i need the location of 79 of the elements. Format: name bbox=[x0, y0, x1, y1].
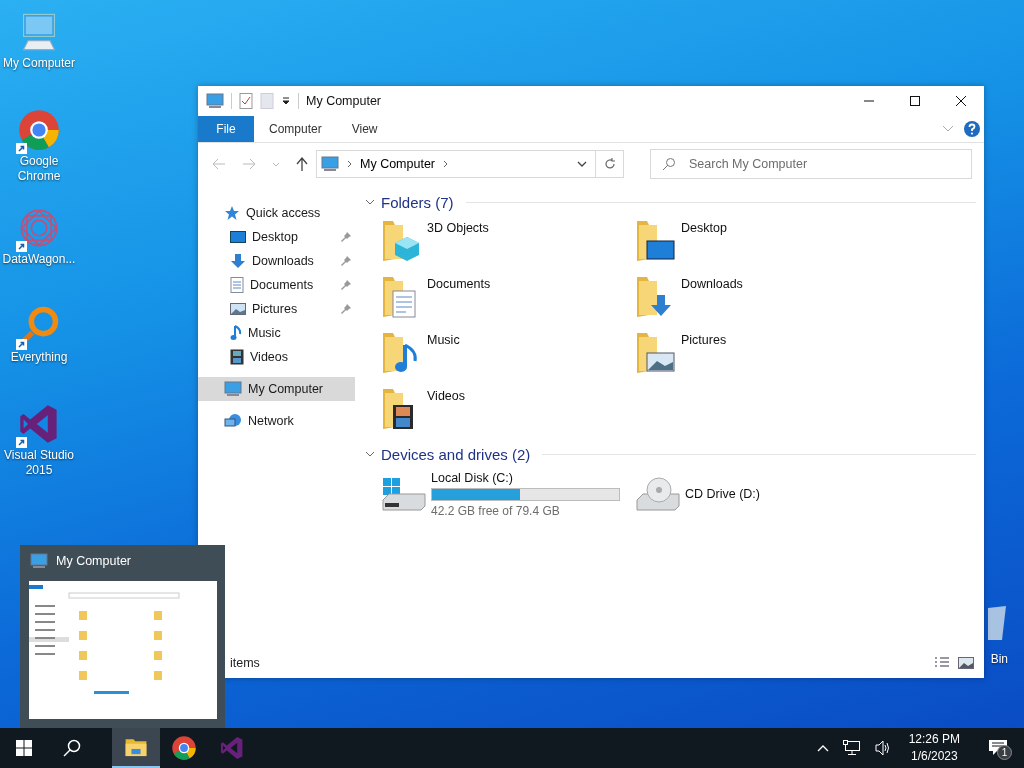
chrome-icon bbox=[17, 108, 61, 152]
ribbon-tab[interactable]: File bbox=[198, 116, 254, 142]
folder-label[interactable]: Desktop bbox=[681, 221, 727, 235]
address-path[interactable]: My Computer bbox=[360, 157, 436, 171]
status-text: items bbox=[230, 656, 260, 670]
windows-logo-icon bbox=[16, 740, 32, 756]
computer-icon bbox=[206, 93, 224, 109]
drive-label[interactable]: CD Drive (D:) bbox=[685, 487, 760, 501]
taskbar-app-button[interactable] bbox=[112, 728, 160, 768]
notification-count: 1 bbox=[997, 745, 1012, 760]
folder-label[interactable]: 3D Objects bbox=[427, 221, 489, 235]
nav-item[interactable]: Quick access bbox=[198, 201, 355, 225]
chrome-icon bbox=[171, 735, 197, 761]
clock-time[interactable]: 12:26 PM bbox=[908, 731, 960, 748]
address-bar[interactable]: My Computer bbox=[316, 150, 624, 178]
star-icon bbox=[224, 205, 240, 221]
desktop-icon-label[interactable]: Bin bbox=[990, 652, 1008, 666]
large-icons-view-icon[interactable] bbox=[958, 657, 974, 669]
ribbon-tab[interactable]: Computer bbox=[254, 116, 337, 142]
computer-icon bbox=[30, 553, 48, 569]
desktop-icon-label[interactable]: Visual Studio 2015 bbox=[1, 448, 77, 478]
picture-icon bbox=[230, 302, 246, 316]
nav-item[interactable]: Music bbox=[198, 321, 355, 345]
nav-item[interactable]: My Computer bbox=[198, 377, 355, 401]
pin-icon bbox=[341, 232, 351, 242]
details-view-icon[interactable] bbox=[934, 657, 950, 669]
drive-label[interactable]: Local Disk (C:) bbox=[431, 470, 620, 485]
dropdown-icon[interactable] bbox=[281, 96, 291, 106]
dropdown-chevron-icon[interactable] bbox=[577, 161, 587, 167]
network-icon[interactable] bbox=[842, 740, 861, 756]
network-icon bbox=[224, 413, 242, 429]
help-icon[interactable] bbox=[964, 121, 980, 137]
nav-item[interactable]: Pictures bbox=[198, 297, 355, 321]
pin-icon bbox=[341, 256, 351, 266]
ribbon-tab[interactable]: View bbox=[336, 116, 393, 142]
search-icon bbox=[662, 157, 676, 171]
computer-icon bbox=[321, 156, 339, 172]
desktop-icon bbox=[230, 230, 246, 244]
recycle-bin-icon bbox=[988, 606, 1008, 640]
caret-up-icon[interactable] bbox=[816, 744, 829, 752]
collapse-chevron-icon[interactable] bbox=[365, 198, 375, 206]
search-icon bbox=[63, 739, 81, 757]
cd-drive-icon bbox=[635, 476, 681, 512]
refresh-icon bbox=[603, 158, 616, 170]
chevron-icon bbox=[443, 160, 449, 168]
properties-icon[interactable] bbox=[239, 93, 253, 109]
folder-label[interactable]: Documents bbox=[427, 277, 491, 291]
nav-item[interactable]: Network bbox=[198, 409, 355, 433]
free-space-text: 42.2 GB free of 79.4 GB bbox=[431, 503, 561, 518]
up-arrow-icon[interactable] bbox=[296, 157, 308, 171]
folder-label[interactable]: Downloads bbox=[681, 277, 743, 291]
search-field[interactable]: Search My Computer bbox=[650, 149, 972, 179]
nav-item[interactable]: Downloads bbox=[198, 249, 355, 273]
close-icon bbox=[956, 96, 966, 106]
window-title: My Computer bbox=[306, 94, 382, 108]
film-icon bbox=[230, 349, 244, 365]
folder-label[interactable]: Videos bbox=[427, 389, 465, 403]
clock-date[interactable]: 1/6/2023 bbox=[910, 748, 958, 765]
folder-label[interactable]: Pictures bbox=[681, 333, 727, 347]
document-icon bbox=[230, 277, 244, 293]
nav-item[interactable]: Desktop bbox=[198, 225, 355, 249]
collapse-chevron-icon[interactable] bbox=[365, 450, 375, 458]
pin-icon bbox=[341, 280, 351, 290]
folder-label[interactable]: Music bbox=[427, 333, 460, 347]
nav-item[interactable]: Documents bbox=[198, 273, 355, 297]
computer-icon bbox=[224, 381, 242, 397]
preview-title: My Computer bbox=[56, 554, 132, 568]
section-heading[interactable]: Folders (7) bbox=[381, 193, 454, 211]
hard-drive-icon bbox=[381, 476, 427, 512]
music-note-icon bbox=[230, 325, 242, 341]
window-preview[interactable]: My Computer bbox=[20, 545, 225, 728]
pin-icon bbox=[341, 304, 351, 314]
nav-item[interactable]: Videos bbox=[198, 345, 355, 369]
chevron-icon bbox=[347, 160, 352, 168]
down-arrow-icon bbox=[230, 253, 246, 269]
speaker-icon[interactable] bbox=[874, 740, 891, 756]
section-heading[interactable]: Devices and drives (2) bbox=[381, 445, 531, 463]
maximize-icon bbox=[910, 96, 920, 106]
visual-studio-icon bbox=[219, 735, 245, 761]
